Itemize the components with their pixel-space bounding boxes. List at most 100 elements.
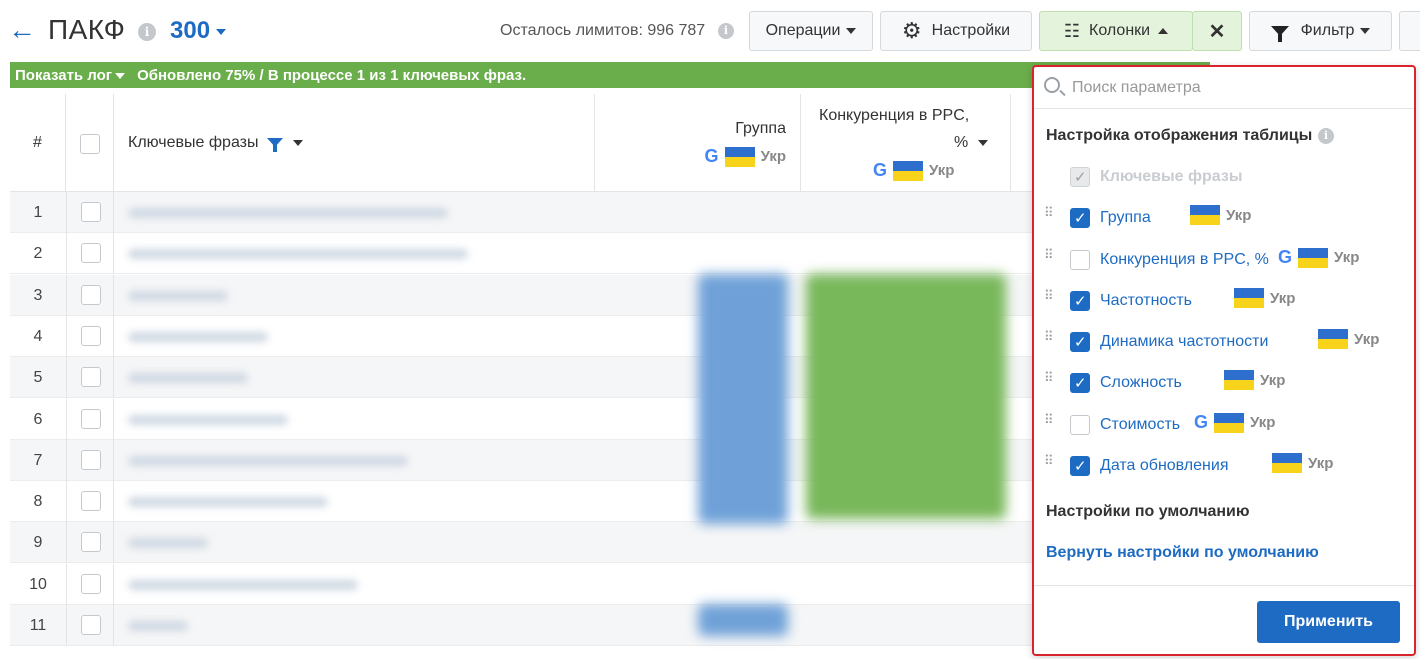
row-checkbox[interactable] xyxy=(81,491,101,512)
row-checkbox[interactable] xyxy=(81,532,101,553)
columns-settings-panel: Настройка отображения таблицы i Ключевые… xyxy=(1032,65,1416,656)
blurred-keyword xyxy=(128,373,248,384)
option-ppc[interactable]: ⠿ Конкуренция в PPC, % G Укр xyxy=(1034,245,1414,275)
option-checkbox[interactable] xyxy=(1070,250,1090,270)
option-checkbox[interactable] xyxy=(1070,415,1090,435)
blurred-keyword xyxy=(128,290,228,301)
row-select-cell xyxy=(66,398,114,440)
drag-handle-icon[interactable]: ⠿ xyxy=(1044,248,1054,261)
option-checkbox[interactable] xyxy=(1070,208,1090,228)
filter-icon[interactable] xyxy=(266,138,283,153)
ppc-header-unit: % xyxy=(954,134,969,151)
blurred-keyword xyxy=(128,579,358,590)
group-header-label: Группа xyxy=(735,120,786,137)
funnel-icon xyxy=(1270,26,1289,42)
option-label[interactable]: Динамика частотности xyxy=(1100,333,1268,351)
defaults-title: Настройки по умолчанию xyxy=(1046,503,1250,520)
row-checkbox[interactable] xyxy=(81,615,101,635)
row-number: 6 xyxy=(33,410,43,428)
drag-handle-icon[interactable]: ⠿ xyxy=(1044,206,1054,219)
drag-handle-icon[interactable]: ⠿ xyxy=(1044,330,1054,343)
close-columns-button[interactable]: ✕ xyxy=(1192,11,1242,51)
filter-button[interactable]: Фильтр xyxy=(1249,11,1392,51)
settings-button[interactable]: ⚙ Настройки xyxy=(880,11,1032,51)
chevron-down-icon[interactable] xyxy=(978,139,989,146)
option-checkbox[interactable] xyxy=(1070,373,1090,393)
option-label[interactable]: Стоимость xyxy=(1100,416,1180,434)
google-icon: G xyxy=(1194,412,1209,432)
option-label[interactable]: Частотность xyxy=(1100,292,1192,310)
blurred-group-cell xyxy=(698,604,788,636)
row-checkbox[interactable] xyxy=(81,284,101,305)
row-checkbox[interactable] xyxy=(81,202,101,222)
option-cost[interactable]: ⠿ Стоимость G Укр xyxy=(1034,410,1414,440)
drag-handle-icon[interactable]: ⠿ xyxy=(1044,413,1054,426)
columns-button[interactable]: ☷ Колонки xyxy=(1039,11,1193,51)
row-number: 7 xyxy=(33,451,43,469)
drag-handle-icon[interactable]: ⠿ xyxy=(1044,454,1054,467)
row-checkbox[interactable] xyxy=(81,325,101,346)
column-header-keywords[interactable]: Ключевые фразы xyxy=(114,94,595,192)
info-icon[interactable]: i xyxy=(138,23,156,41)
table-row[interactable]: 11 xyxy=(10,605,1032,646)
apply-button[interactable]: Применить xyxy=(1257,601,1400,643)
option-label[interactable]: Сложность xyxy=(1100,374,1182,392)
limits-text: Осталось лимитов: 996 787 xyxy=(500,22,706,39)
row-checkbox[interactable] xyxy=(81,367,101,388)
select-all-checkbox[interactable] xyxy=(80,134,100,154)
project-selector[interactable]: 300 xyxy=(170,17,227,45)
parameter-search xyxy=(1034,67,1414,109)
region-label: Укр xyxy=(1334,249,1360,266)
info-icon[interactable]: i xyxy=(1318,128,1334,144)
more-button[interactable] xyxy=(1399,11,1420,51)
reset-defaults-link[interactable]: Вернуть настройки по умолчанию xyxy=(1046,544,1319,562)
drag-handle-icon[interactable]: ⠿ xyxy=(1044,371,1054,384)
column-header-group[interactable]: Группа G Укр xyxy=(595,94,801,192)
google-icon: G xyxy=(704,146,719,166)
blurred-keyword xyxy=(128,249,468,260)
row-checkbox[interactable] xyxy=(81,449,101,470)
option-frequency[interactable]: ⠿ Частотность Укр xyxy=(1034,286,1414,316)
search-input[interactable] xyxy=(1072,75,1402,101)
show-log-button[interactable]: Показать лог xyxy=(10,67,126,84)
limits-info-icon[interactable]: i xyxy=(718,23,734,39)
row-checkbox[interactable] xyxy=(81,243,101,264)
option-checkbox[interactable] xyxy=(1070,291,1090,311)
operations-button[interactable]: Операции xyxy=(749,11,873,51)
region-label: Укр xyxy=(760,148,786,165)
filter-label: Фильтр xyxy=(1300,22,1355,39)
option-group[interactable]: ⠿ Группа Укр xyxy=(1034,203,1414,233)
chevron-up-icon xyxy=(1158,28,1169,34)
option-label[interactable]: Конкуренция в PPC, % xyxy=(1100,251,1269,269)
row-number: 11 xyxy=(29,617,47,634)
row-number: 4 xyxy=(33,327,43,345)
option-checkbox[interactable] xyxy=(1070,456,1090,476)
ukraine-flag-icon xyxy=(893,160,924,181)
row-checkbox[interactable] xyxy=(81,408,101,429)
chevron-down-icon[interactable] xyxy=(292,139,303,146)
row-checkbox[interactable] xyxy=(81,573,101,594)
option-label[interactable]: Дата обновления xyxy=(1100,457,1228,475)
option-label[interactable]: Группа xyxy=(1100,209,1151,227)
option-checkbox[interactable] xyxy=(1070,332,1090,352)
close-icon: ✕ xyxy=(1208,20,1226,43)
blurred-keyword xyxy=(128,331,268,342)
option-difficulty[interactable]: ⠿ Сложность Укр xyxy=(1034,368,1414,398)
ukraine-flag-icon xyxy=(1224,370,1254,390)
region-label: Укр xyxy=(1270,289,1296,307)
ukraine-flag-icon xyxy=(1318,329,1348,349)
blurred-keyword xyxy=(128,621,188,631)
columns-icon: ☷ xyxy=(1063,20,1080,41)
option-label: Ключевые фразы xyxy=(1100,168,1243,185)
back-arrow-icon[interactable]: ← xyxy=(8,16,36,44)
top-bar: ← ПАКФ i 300 Осталось лимитов: 996 787 i… xyxy=(0,0,1420,62)
column-header-ppc[interactable]: Конкуренция в PPC, % G Укр xyxy=(801,94,1011,192)
option-update-date[interactable]: ⠿ Дата обновления Укр xyxy=(1034,451,1414,481)
table-row[interactable]: 10 xyxy=(10,563,1032,605)
table-row[interactable]: 1 xyxy=(10,192,1032,233)
blurred-ppc-cells xyxy=(806,274,1006,519)
table-row[interactable]: 9 xyxy=(10,522,1032,564)
table-row[interactable]: 2 xyxy=(10,233,1032,275)
option-frequency-dynamics[interactable]: ⠿ Динамика частотности Укр xyxy=(1034,327,1414,357)
drag-handle-icon[interactable]: ⠿ xyxy=(1044,289,1054,302)
